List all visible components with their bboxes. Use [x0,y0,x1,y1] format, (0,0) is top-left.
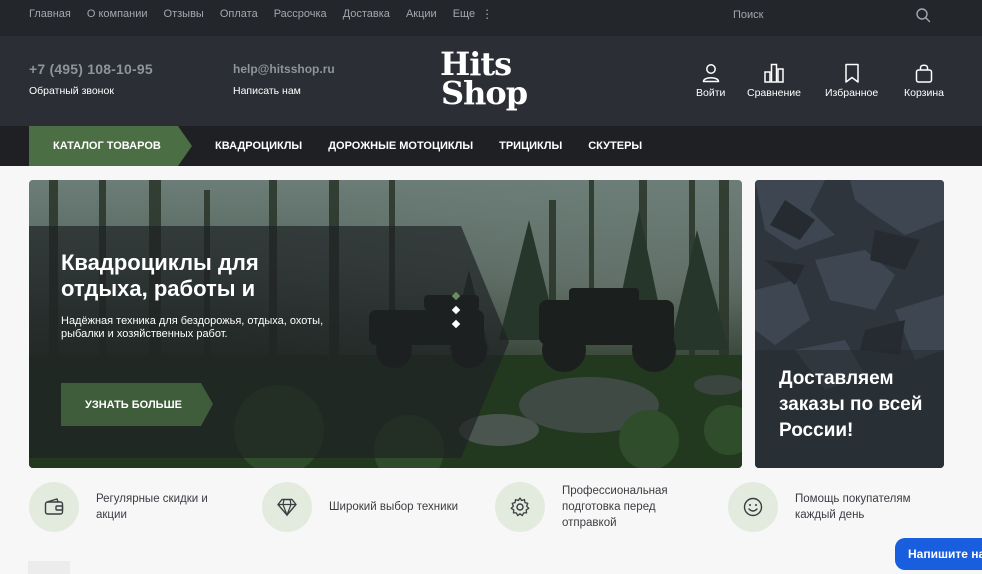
top-nav-more[interactable]: Еще [453,8,475,20]
logo[interactable]: Hits Shop [440,48,540,112]
hero-subtitle: Надёжная техника для бездорожья, отдыха,… [61,315,324,340]
favorites-label: Избранное [825,87,879,99]
top-nav-about[interactable]: О компании [87,8,148,20]
nav-scooters[interactable]: СКУТЕРЫ [588,140,642,152]
top-nav-promotions[interactable]: Акции [406,8,437,20]
more-vertical-icon[interactable]: ⋮ [481,7,493,21]
catalog-nav: КАТАЛОГ ТОВАРОВ КВАДРОЦИКЛЫ ДОРОЖНЫЕ МОТ… [0,126,982,166]
feature-icon-circle [728,482,778,532]
phone-number[interactable]: +7 (495) 108-10-95 [29,61,153,77]
logo-line-2: Shop [441,74,528,112]
learn-more-button[interactable]: УЗНАТЬ БОЛЬШЕ [61,383,213,426]
login-label: Войти [696,87,726,99]
feature-text: Помощь покупателям каждый день [795,493,911,521]
callback-link[interactable]: Обратный звонок [29,85,114,97]
delivery-promo-banner[interactable]: Доставляем заказы по всей России! [755,180,944,468]
feature-selection: Широкий выбор техники [262,482,479,532]
favorites-button[interactable]: Избранное [825,62,878,99]
slide-dot-2[interactable] [451,305,461,315]
top-nav-payment[interactable]: Оплата [220,8,258,20]
hero-title: Квадроциклы для отдыха, работы и [61,250,259,301]
compare-icon [764,63,784,83]
search-icon[interactable] [915,7,931,23]
compare-button[interactable]: Сравнение [747,62,801,99]
slider-dots [451,291,461,329]
top-nav-reviews[interactable]: Отзывы [164,8,204,20]
catalog-button[interactable]: КАТАЛОГ ТОВАРОВ [29,126,192,166]
hero-banner[interactable]: Квадроциклы для отдыха, работы и Надёжна… [29,180,742,468]
wallet-icon [44,498,64,515]
login-button[interactable]: Войти [696,62,725,99]
main-header: +7 (495) 108-10-95 Обратный звонок help@… [0,36,982,126]
nav-tricycles[interactable]: ТРИЦИКЛЫ [499,140,562,152]
search-box [733,5,953,25]
nav-atv[interactable]: КВАДРОЦИКЛЫ [215,140,302,152]
top-nav-installment[interactable]: Рассрочка [274,8,327,20]
gear-icon [510,497,530,517]
feature-discounts: Регулярные скидки и акции [29,482,236,532]
slide-dot-1[interactable] [451,291,461,301]
email-link[interactable]: help@hitsshop.ru [233,62,335,76]
feature-text: Регулярные скидки и акции [96,493,208,521]
slide-dot-3[interactable] [451,319,461,329]
write-us-link[interactable]: Написать нам [233,85,301,97]
content-placeholder [28,561,70,574]
cart-label: Корзина [904,87,944,99]
smile-icon [743,497,763,517]
feature-icon-circle [29,482,79,532]
top-nav-delivery[interactable]: Доставка [343,8,390,20]
bag-icon [915,64,933,83]
search-input[interactable] [733,5,913,25]
feature-text: Широкий выбор техники [329,501,459,513]
feature-icon-circle [495,482,545,532]
feature-icon-circle [262,482,312,532]
cart-button[interactable]: Корзина [904,62,944,99]
chat-widget-button[interactable]: Напишите на [895,538,982,570]
top-nav-home[interactable]: Главная [29,8,71,20]
feature-preparation: Профессиональная подготовка перед отправ… [495,482,702,532]
top-bar: Главная О компании Отзывы Оплата Рассроч… [0,0,982,36]
feature-text: Профессиональная подготовка перед отправ… [562,485,668,529]
compare-label: Сравнение [747,87,801,99]
feature-support: Помощь покупателям каждый день [728,482,935,532]
user-icon [702,64,719,83]
catalog-links: КВАДРОЦИКЛЫ ДОРОЖНЫЕ МОТОЦИКЛЫ ТРИЦИКЛЫ … [215,126,668,166]
top-nav: Главная О компании Отзывы Оплата Рассроч… [29,0,509,28]
diamond-icon [277,498,297,517]
nav-road-motorcycles[interactable]: ДОРОЖНЫЕ МОТОЦИКЛЫ [328,140,473,152]
promo-text: Доставляем заказы по всей России! [779,368,923,441]
bookmark-icon [844,63,859,83]
